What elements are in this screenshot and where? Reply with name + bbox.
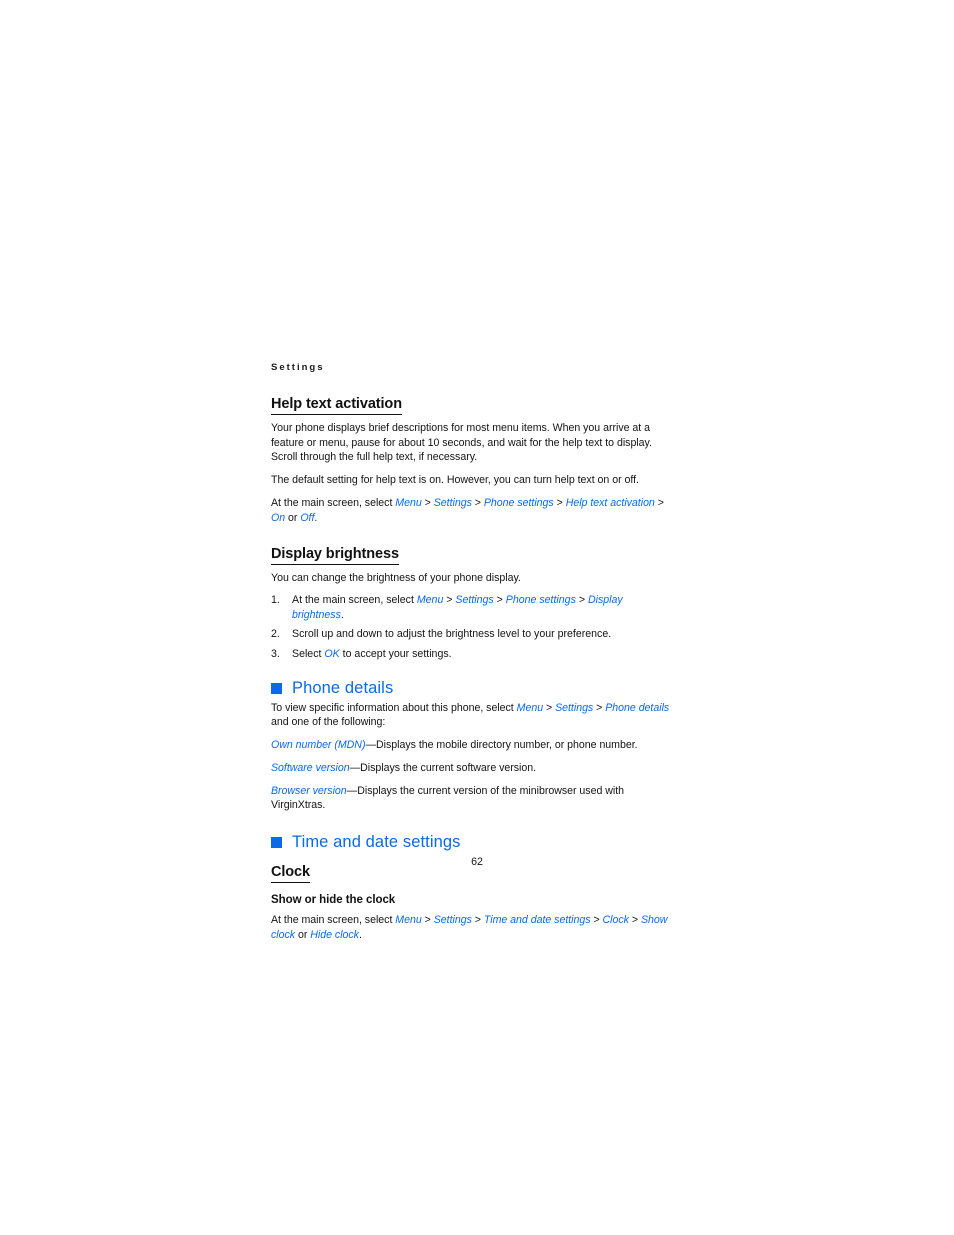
path-separator: > — [553, 496, 566, 509]
path-separator: > — [421, 913, 434, 926]
list-item: 1. At the main screen, select Menu > Sett… — [271, 593, 671, 622]
blue-square-bullet-icon — [271, 837, 282, 849]
path-period: . — [358, 928, 362, 941]
path-conjunction: or — [295, 928, 311, 941]
list-item: 2. Scroll up and down to adjust the brigh… — [271, 627, 671, 642]
ui-ref-time-and-date-settings[interactable]: Time and date settings — [484, 914, 591, 926]
definition-dash: — — [365, 739, 377, 752]
ui-ref-software-version[interactable]: Software version — [271, 762, 350, 774]
help-text-activation-paragraph-1: Your phone displays brief descriptions f… — [271, 422, 652, 464]
path-separator: > — [575, 593, 588, 606]
path-period: . — [314, 511, 318, 524]
help-text-activation-path: At the main screen, select Menu > Settin… — [271, 496, 671, 525]
ui-ref-clock[interactable]: Clock — [603, 914, 629, 926]
blue-square-bullet-icon — [271, 683, 282, 695]
path-intro-text: At the main screen, select — [271, 496, 396, 509]
help-text-activation-heading-wrap: Help text activation — [271, 394, 671, 415]
ui-ref-menu[interactable]: Menu — [417, 594, 444, 606]
page-number: 62 — [471, 856, 483, 868]
ui-ref-menu[interactable]: Menu — [517, 702, 543, 714]
path-separator: > — [654, 496, 664, 509]
ui-ref-own-number-mdn[interactable]: Own number (MDN) — [271, 739, 365, 751]
help-text-activation-paragraph-2: The default setting for help text is on.… — [271, 474, 639, 487]
display-brightness-steps: 1. At the main screen, select Menu > Sett… — [271, 593, 671, 662]
path-separator: > — [628, 913, 641, 926]
step-text: At the main screen, select — [292, 593, 417, 606]
section-heading-label: Phone details — [292, 678, 394, 697]
display-brightness-paragraph-1: You can change the brightness of your ph… — [271, 572, 521, 585]
path-separator: > — [471, 913, 484, 926]
step-text: Select — [292, 648, 325, 661]
path-separator: > — [543, 701, 556, 714]
ui-ref-settings[interactable]: Settings — [434, 497, 472, 509]
ui-ref-help-text-activation[interactable]: Help text activation — [566, 497, 655, 509]
document-page: Settings Help text activation Your phone… — [0, 0, 954, 1235]
path-separator: > — [493, 593, 506, 606]
phone-details-definition: Software version—Displays the current so… — [271, 761, 671, 776]
path-intro-text: At the main screen, select — [271, 913, 396, 926]
path-separator: > — [421, 496, 434, 509]
display-brightness-heading: Display brightness — [271, 545, 399, 566]
ui-ref-phone-settings[interactable]: Phone settings — [484, 497, 554, 509]
ui-ref-phone-details[interactable]: Phone details — [605, 702, 669, 714]
phone-details-definition: Own number (MDN)—Displays the mobile dir… — [271, 738, 671, 753]
time-and-date-settings-heading: Time and date settings — [271, 832, 671, 852]
intro-prefix: To view specific information about this … — [271, 701, 517, 714]
path-separator: > — [590, 913, 603, 926]
display-brightness-heading-wrap: Display brightness — [271, 544, 671, 566]
time-and-date-settings-path: At the main screen, select Menu > Settin… — [271, 913, 671, 942]
definition-description: Displays the mobile directory number, or… — [376, 739, 638, 752]
path-conjunction: or — [285, 511, 301, 524]
ui-ref-settings[interactable]: Settings — [555, 702, 593, 714]
ui-ref-hide-clock[interactable]: Hide clock — [310, 929, 359, 941]
ui-ref-off[interactable]: Off — [300, 512, 314, 524]
step-suffix: . — [340, 608, 344, 621]
ui-ref-menu[interactable]: Menu — [395, 914, 421, 926]
show-or-hide-the-clock-heading: Show or hide the clock — [271, 893, 396, 906]
ui-ref-settings[interactable]: Settings — [434, 914, 472, 926]
step-number: 3. — [271, 648, 280, 661]
list-item: 3. Select OK to accept your settings. — [271, 647, 671, 662]
intro-suffix: and one of the following: — [271, 716, 386, 729]
ui-ref-menu[interactable]: Menu — [395, 497, 421, 509]
definition-dash: — — [346, 784, 358, 797]
path-separator: > — [443, 593, 456, 606]
phone-details-heading: Phone details — [271, 678, 671, 698]
section-heading-label: Time and date settings — [292, 832, 461, 851]
ui-ref-browser-version[interactable]: Browser version — [271, 785, 347, 797]
ui-ref-on[interactable]: On — [271, 512, 285, 524]
definition-description: Displays the current software version. — [360, 761, 537, 774]
ui-ref-settings[interactable]: Settings — [455, 594, 493, 606]
step-number: 1. — [271, 593, 280, 606]
running-header: Settings — [271, 362, 325, 373]
step-text: Scroll up and down to adjust the brightn… — [292, 628, 612, 641]
ui-ref-ok[interactable]: OK — [324, 648, 339, 660]
help-text-activation-heading: Help text activation — [271, 395, 402, 415]
step-suffix: to accept your settings. — [339, 648, 452, 661]
path-separator: > — [471, 496, 484, 509]
phone-details-intro: To view specific information about this … — [271, 701, 671, 730]
definition-dash: — — [349, 761, 361, 774]
phone-details-definition: Browser version—Displays the current ver… — [271, 784, 671, 813]
step-number: 2. — [271, 628, 280, 641]
path-separator: > — [593, 701, 606, 714]
ui-ref-phone-settings[interactable]: Phone settings — [506, 594, 576, 606]
